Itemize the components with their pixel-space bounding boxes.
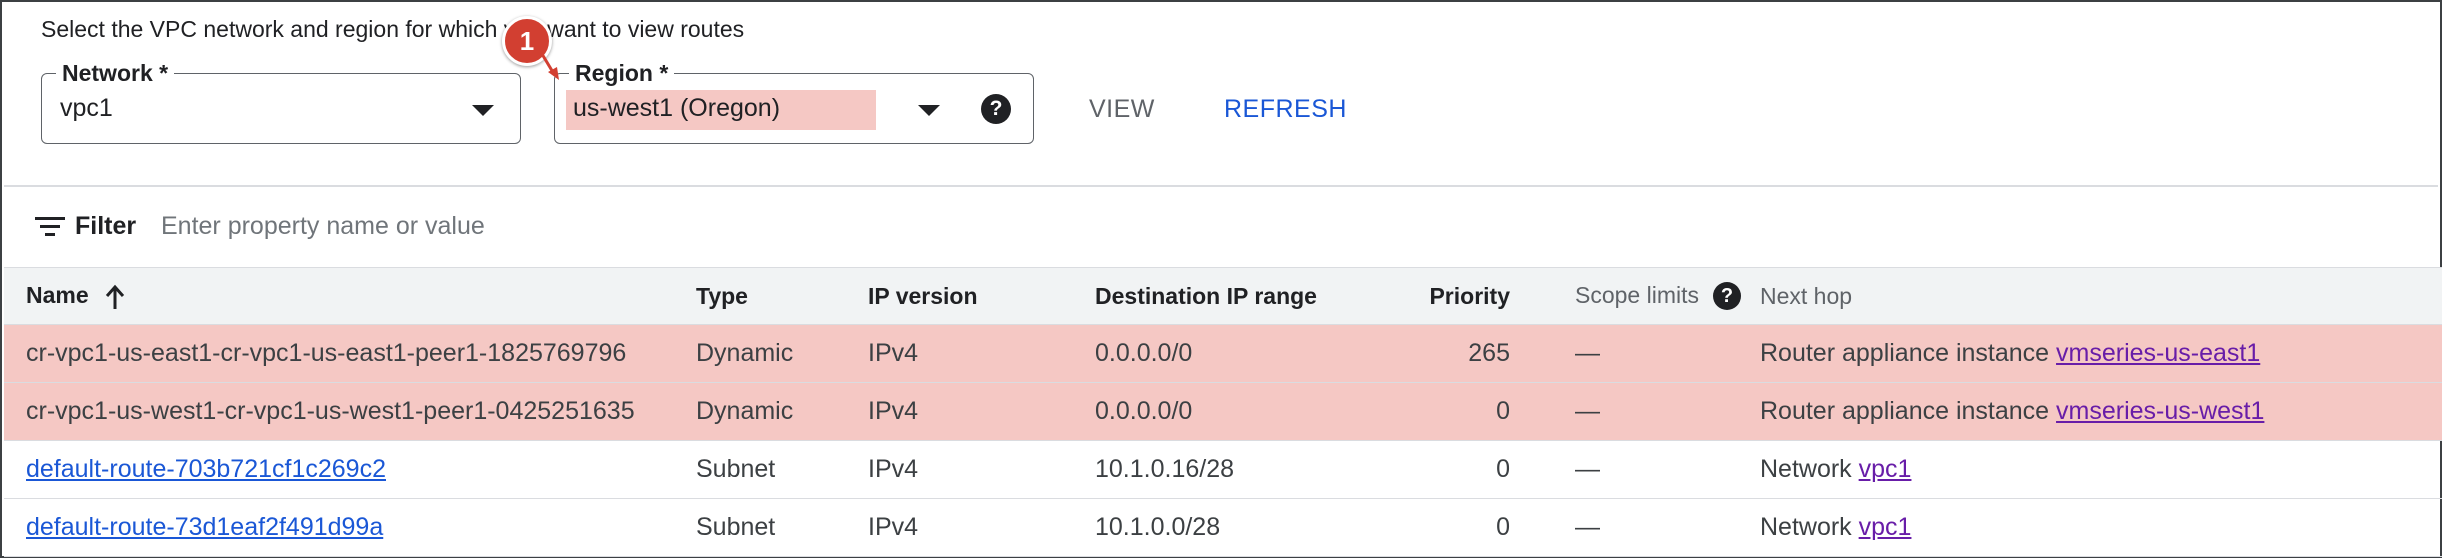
- table-header-row: Name Type IP version Destination IP rang…: [4, 267, 2442, 325]
- routes-panel: Select the VPC network and region for wh…: [0, 0, 2442, 558]
- route-destination: 10.1.0.0/28: [1095, 498, 1389, 557]
- route-destination: 0.0.0.0/0: [1095, 324, 1389, 383]
- region-label: Region *: [569, 60, 675, 87]
- sort-ascending-icon[interactable]: [105, 284, 125, 310]
- help-icon[interactable]: ?: [981, 94, 1011, 124]
- region-value: us-west1 (Oregon): [573, 94, 781, 122]
- routes-table: Name Type IP version Destination IP rang…: [4, 267, 2442, 557]
- route-priority: 265: [1389, 324, 1510, 383]
- route-name-link[interactable]: default-route-703b721cf1c269c2: [26, 455, 386, 483]
- route-ip-version: IPv4: [868, 440, 1095, 499]
- filter-icon[interactable]: [35, 217, 65, 237]
- column-header-scope-limits: Scope limits?: [1510, 267, 1760, 325]
- route-priority: 0: [1389, 440, 1510, 499]
- route-priority: 0: [1389, 382, 1510, 441]
- region-select[interactable]: Region * us-west1 (Oregon) ?: [554, 60, 1034, 144]
- instruction-text: Select the VPC network and region for wh…: [41, 16, 745, 42]
- network-value: vpc1: [60, 94, 113, 122]
- route-name: default-route-703b721cf1c269c2: [4, 440, 696, 499]
- route-ip-version: IPv4: [868, 498, 1095, 557]
- network-label: Network *: [56, 60, 175, 87]
- route-name-link[interactable]: default-route-73d1eaf2f491d99a: [26, 513, 383, 541]
- route-destination: 0.0.0.0/0: [1095, 382, 1389, 441]
- route-type: Subnet: [696, 498, 868, 557]
- route-scope: —: [1510, 382, 1760, 441]
- chevron-down-icon[interactable]: [472, 105, 494, 116]
- route-scope: —: [1510, 324, 1760, 383]
- chevron-down-icon[interactable]: [918, 105, 940, 116]
- route-name: cr-vpc1-us-west1-cr-vpc1-us-west1-peer1-…: [4, 382, 696, 441]
- column-header-type[interactable]: Type: [696, 267, 868, 325]
- table-row: default-route-703b721cf1c269c2 Subnet IP…: [4, 440, 2442, 499]
- route-next-hop: Router appliance instance vmseries-us-we…: [1760, 382, 2442, 441]
- route-next-hop: Network vpc1: [1760, 498, 2442, 557]
- route-next-hop: Router appliance instance vmseries-us-ea…: [1760, 324, 2442, 383]
- view-button[interactable]: VIEW: [1089, 95, 1155, 124]
- route-scope: —: [1510, 440, 1760, 499]
- column-header-ip-version[interactable]: IP version: [868, 267, 1095, 325]
- route-type: Subnet: [696, 440, 868, 499]
- next-hop-link[interactable]: vmseries-us-west1: [2056, 397, 2264, 425]
- route-destination: 10.1.0.16/28: [1095, 440, 1389, 499]
- route-scope: —: [1510, 498, 1760, 557]
- column-header-next-hop: Next hop: [1760, 267, 2442, 325]
- filter-input[interactable]: Enter property name or value: [161, 212, 485, 241]
- column-header-destination[interactable]: Destination IP range: [1095, 267, 1389, 325]
- table-row: cr-vpc1-us-west1-cr-vpc1-us-west1-peer1-…: [4, 382, 2442, 441]
- route-type: Dynamic: [696, 382, 868, 441]
- route-priority: 0: [1389, 498, 1510, 557]
- route-ip-version: IPv4: [868, 324, 1095, 383]
- next-hop-link[interactable]: vpc1: [1859, 513, 1912, 541]
- table-row: cr-vpc1-us-east1-cr-vpc1-us-east1-peer1-…: [4, 324, 2442, 383]
- filter-bar[interactable]: Filter Enter property name or value: [2, 185, 2442, 267]
- column-header-priority[interactable]: Priority: [1389, 267, 1510, 325]
- column-header-name[interactable]: Name: [4, 267, 696, 325]
- callout-arrow-icon: [540, 53, 559, 80]
- route-name: cr-vpc1-us-east1-cr-vpc1-us-east1-peer1-…: [4, 324, 696, 383]
- table-row: default-route-73d1eaf2f491d99a Subnet IP…: [4, 498, 2442, 557]
- next-hop-link[interactable]: vpc1: [1859, 455, 1912, 483]
- route-name: default-route-73d1eaf2f491d99a: [4, 498, 696, 557]
- filter-label[interactable]: Filter: [75, 212, 136, 241]
- next-hop-link[interactable]: vmseries-us-east1: [2056, 339, 2260, 367]
- help-icon[interactable]: ?: [1712, 282, 1741, 311]
- route-type: Dynamic: [696, 324, 868, 383]
- refresh-button[interactable]: REFRESH: [1224, 95, 1347, 124]
- route-next-hop: Network vpc1: [1760, 440, 2442, 499]
- route-ip-version: IPv4: [868, 382, 1095, 441]
- network-select[interactable]: Network * vpc1: [41, 60, 521, 144]
